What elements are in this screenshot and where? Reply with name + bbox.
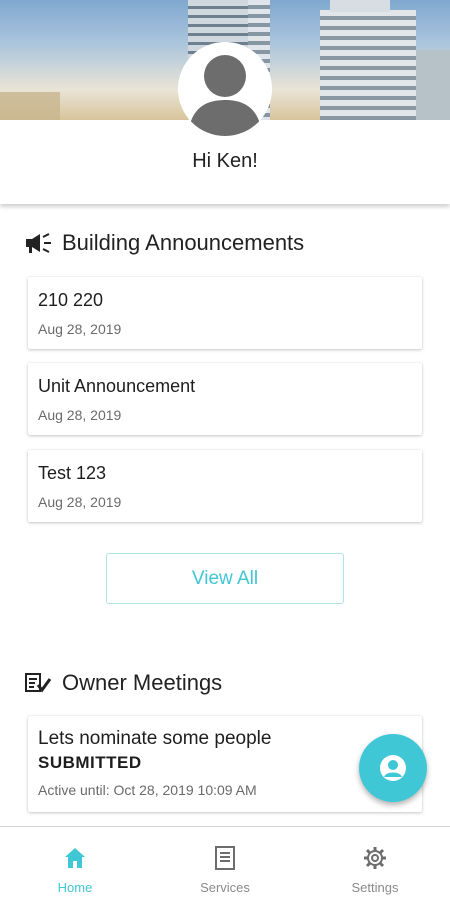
view-all-button[interactable]: View All: [106, 553, 344, 604]
tab-services[interactable]: Services: [150, 827, 300, 901]
megaphone-icon: [26, 233, 51, 253]
home-icon: [65, 848, 85, 868]
user-avatar-icon: [178, 42, 272, 136]
announcement-title: Unit Announcement: [38, 376, 196, 396]
building-shape: [0, 92, 60, 120]
announcement-card[interactable]: Test 123 Aug 28, 2019: [28, 450, 422, 522]
tab-label: Services: [200, 880, 250, 895]
meetings-header: Owner Meetings: [24, 670, 222, 696]
greeting-text: Hi Ken!: [192, 150, 258, 172]
announcement-date: Aug 28, 2019: [38, 321, 122, 337]
announcements-header: Building Announcements: [24, 230, 304, 256]
announcement-date: Aug 28, 2019: [38, 494, 122, 510]
tab-label: Home: [57, 880, 93, 895]
section-title: Building Announcements: [62, 230, 305, 255]
meeting-title: Lets nominate some people: [38, 728, 272, 749]
announcement-card[interactable]: 210 220 Aug 28, 2019: [28, 277, 422, 349]
announcement-date: Aug 28, 2019: [38, 407, 122, 423]
contact-fab-button[interactable]: [359, 734, 427, 802]
tab-label: Settings: [351, 880, 399, 895]
building-shape: [320, 0, 416, 120]
announcement-card[interactable]: Unit Announcement Aug 28, 2019: [28, 363, 422, 435]
checklist-icon: [25, 673, 52, 693]
document-icon: [215, 846, 235, 870]
announcement-title: 210 220: [38, 290, 104, 310]
meeting-active-until: Active until: Oct 28, 2019 10:09 AM: [38, 782, 257, 798]
meeting-status: SUBMITTED: [38, 753, 142, 772]
tab-settings[interactable]: Settings: [300, 827, 450, 901]
avatar[interactable]: [178, 42, 272, 136]
user-circle-icon: [380, 755, 406, 781]
bottom-tab-bar: Home Services Settings: [0, 826, 450, 901]
gear-icon: [364, 847, 386, 869]
tab-home[interactable]: Home: [0, 827, 150, 901]
announcement-title: Test 123: [38, 463, 107, 483]
building-shape: [416, 50, 450, 120]
section-title: Owner Meetings: [62, 670, 223, 695]
